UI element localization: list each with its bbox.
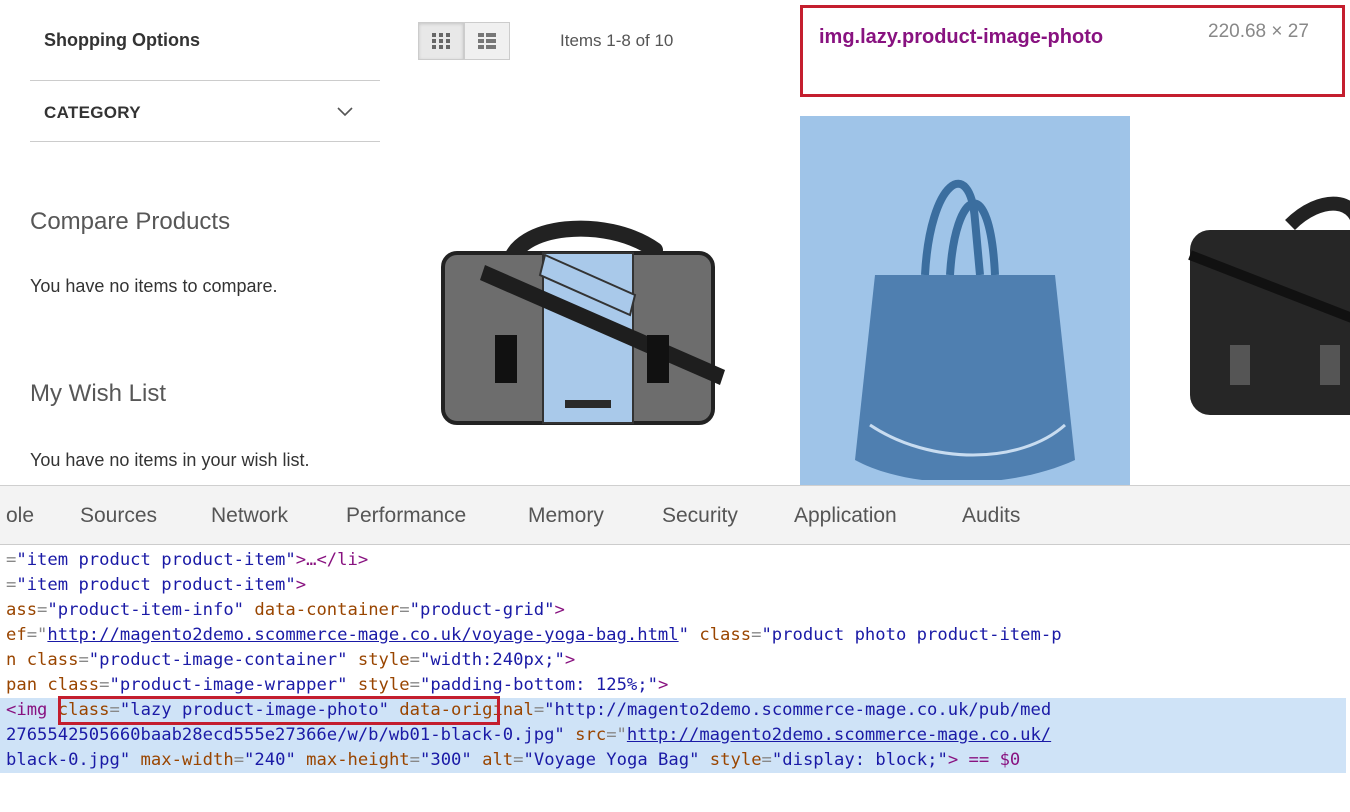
dom-node-line[interactable]: ass="product-item-info" data-container="… (6, 598, 1346, 623)
dom-node-line[interactable]: n class="product-image-container" style=… (6, 648, 1346, 673)
grid-view-button[interactable] (418, 22, 464, 60)
divider (30, 141, 380, 142)
chevron-down-icon[interactable] (334, 100, 356, 122)
tab-application[interactable]: Application (794, 504, 897, 528)
tooltip-arrow (820, 97, 844, 111)
dom-node-line[interactable]: ="item product product-item"> (6, 573, 1346, 598)
wishlist-title: My Wish List (30, 380, 167, 407)
toolbar-item-count: Items 1-8 of 10 (560, 31, 674, 50)
annotation-highlight-box (58, 696, 500, 725)
divider (30, 80, 380, 81)
selected-dom-node-line[interactable]: black-0.jpg" max-width="240" max-height=… (0, 748, 1346, 773)
selected-dom-node-line[interactable]: 2765542505660baab28ecd555e27366e/w/b/wb0… (0, 723, 1346, 748)
tab-sources[interactable]: Sources (80, 504, 157, 528)
product-image-black-bag[interactable] (1170, 195, 1350, 435)
wishlist-empty-text: You have no items in your wish list. (30, 450, 310, 470)
dom-node-line[interactable]: ef="http://magento2demo.scommerce-mage.c… (6, 623, 1346, 648)
tooltip-element-name: img.lazy.product-image-photo (819, 26, 1104, 48)
dom-node-line[interactable]: ="item product product-item">…</li> (6, 548, 1346, 573)
tab-console[interactable]: ole (6, 504, 34, 528)
compare-empty-text: You have no items to compare. (30, 276, 278, 296)
tab-memory[interactable]: Memory (528, 504, 604, 528)
inspect-element-tooltip: img.lazy.product-image-photo 220.68 × 27 (800, 5, 1345, 97)
dom-node-line[interactable]: pan class="product-image-wrapper" style=… (6, 673, 1346, 698)
tab-network[interactable]: Network (211, 504, 288, 528)
href-link[interactable]: http://magento2demo.scommerce-mage.co.uk… (47, 625, 678, 645)
category-filter-label[interactable]: CATEGORY (44, 103, 141, 123)
list-view-button[interactable] (464, 22, 510, 60)
tab-performance[interactable]: Performance (346, 504, 466, 528)
product-image-yoga-bag[interactable] (830, 160, 1100, 480)
tab-audits[interactable]: Audits (962, 504, 1020, 528)
grid-icon (432, 33, 450, 49)
list-icon (478, 33, 496, 49)
storefront-page: Shopping Options CATEGORY Compare Produc… (0, 0, 1350, 485)
tab-security[interactable]: Security (662, 504, 738, 528)
devtools-tab-bar: ole Sources Network Performance Memory S… (0, 486, 1350, 545)
tooltip-element-size: 220.68 × 27 (1208, 21, 1309, 42)
shopping-options-title: Shopping Options (44, 30, 200, 50)
product-image-messenger-bag[interactable] (425, 195, 745, 460)
compare-products-title: Compare Products (30, 208, 231, 235)
src-link[interactable]: http://magento2demo.scommerce-mage.co.uk… (627, 725, 1051, 745)
devtools-panel: ole Sources Network Performance Memory S… (0, 485, 1350, 812)
